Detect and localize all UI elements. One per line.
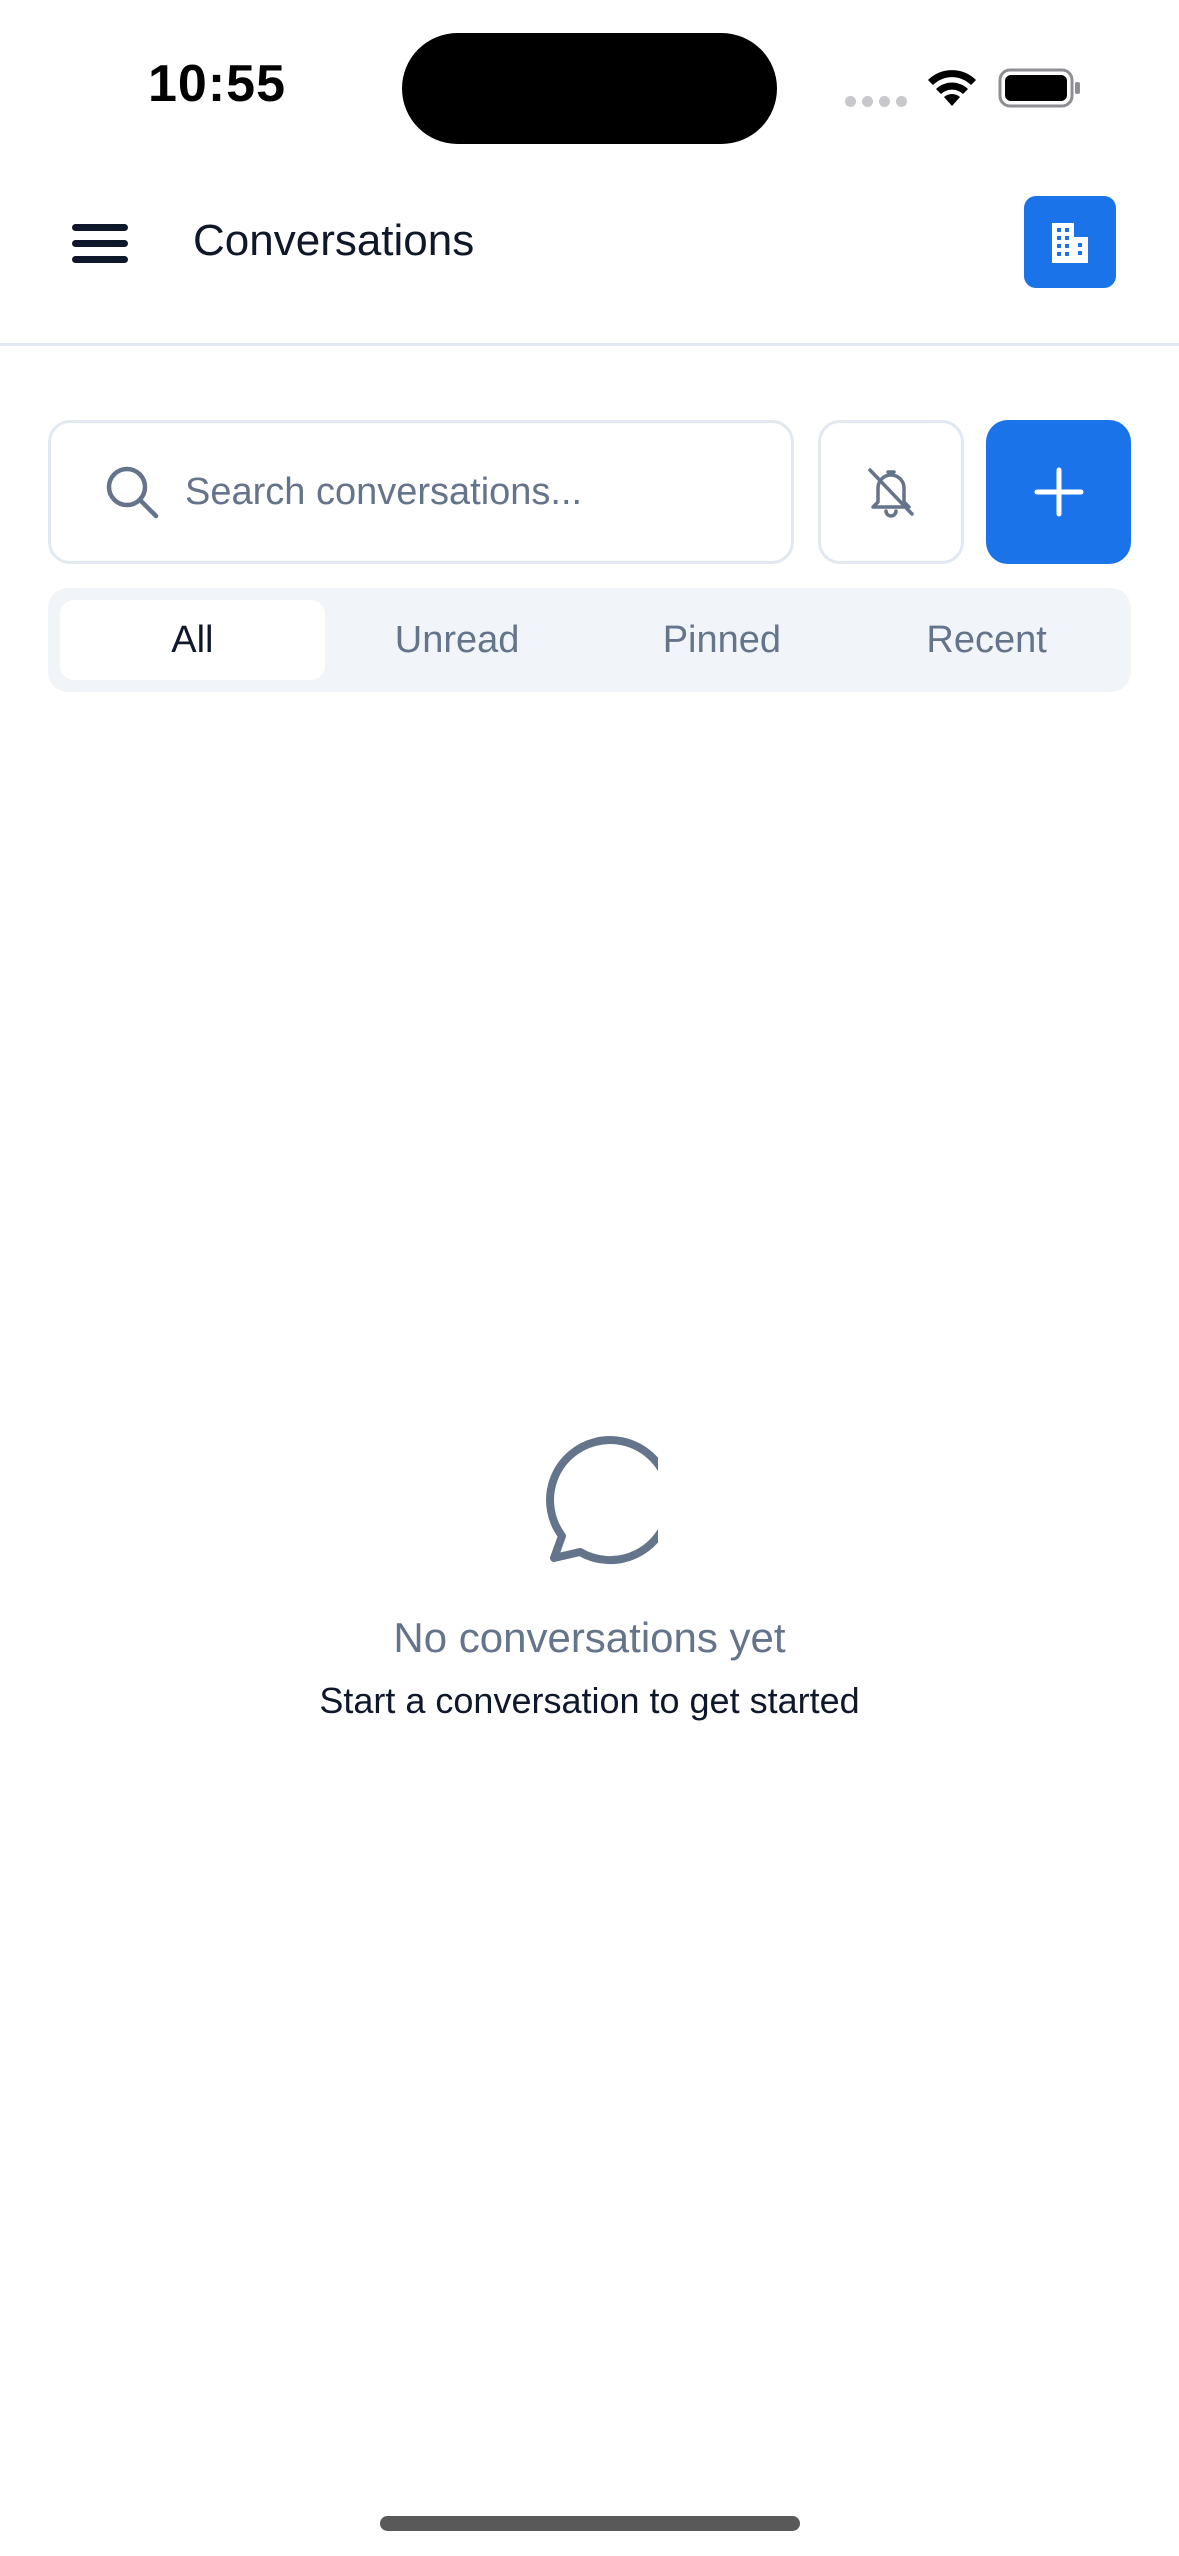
empty-state-title: No conversations yet: [393, 1614, 786, 1661]
search-input[interactable]: [183, 469, 747, 515]
hamburger-menu-icon[interactable]: [72, 220, 130, 266]
search-box[interactable]: [48, 420, 794, 564]
new-conversation-button[interactable]: [986, 420, 1131, 564]
tab-recent[interactable]: Recent: [854, 600, 1119, 680]
bell-off-icon: [868, 468, 914, 518]
page-title: Conversations: [193, 216, 475, 265]
wifi-icon: [928, 70, 976, 106]
organization-button[interactable]: [1024, 196, 1116, 288]
home-indicator: [380, 2516, 800, 2531]
tab-all[interactable]: All: [60, 600, 325, 680]
app-header: Conversations: [0, 176, 1179, 346]
cellular-signal-icon: [845, 96, 907, 107]
tab-unread[interactable]: Unread: [325, 600, 590, 680]
empty-state: No conversations yet Start a conversatio…: [0, 1430, 1179, 1722]
status-time: 10:55: [148, 55, 286, 113]
battery-icon: [998, 68, 1080, 108]
status-bar: 10:55: [0, 0, 1179, 176]
mute-notifications-button[interactable]: [818, 420, 964, 564]
empty-state-subtitle: Start a conversation to get started: [319, 1680, 860, 1721]
chat-bubble-icon: [545, 1436, 658, 1565]
plus-icon: [1034, 467, 1083, 517]
search-icon: [106, 466, 159, 519]
building-icon: [1052, 223, 1088, 263]
dynamic-island: [402, 33, 777, 144]
tab-pinned[interactable]: Pinned: [590, 600, 855, 680]
filter-tabs: All Unread Pinned Recent: [48, 588, 1131, 692]
